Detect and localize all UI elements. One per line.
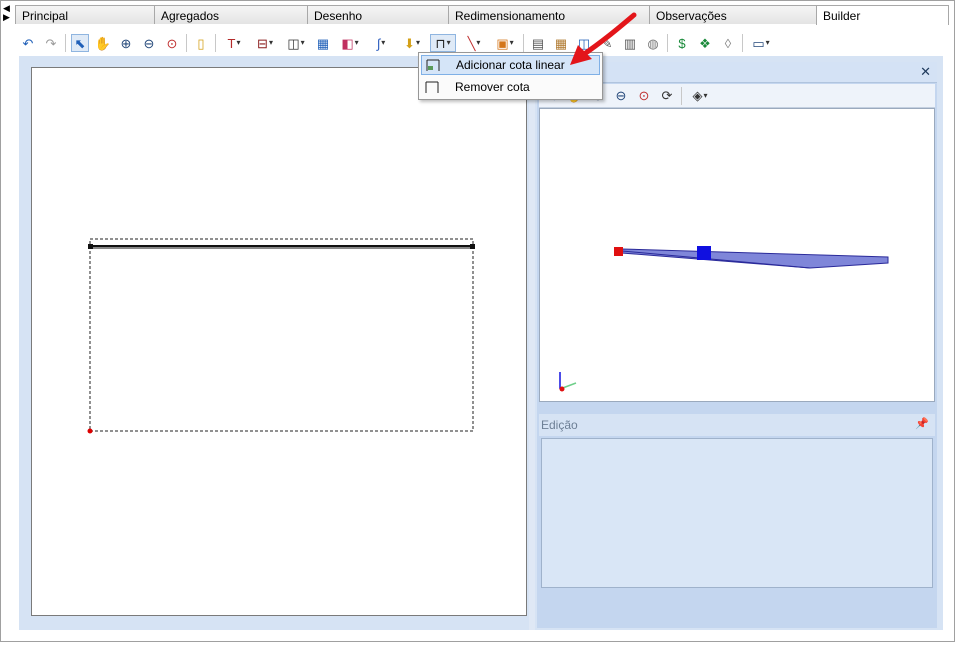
line-icon[interactable]: ╲ xyxy=(461,34,487,52)
node-right[interactable] xyxy=(470,244,475,249)
tab-observacoes[interactable]: Observações xyxy=(649,5,817,24)
right-panel: ✕ ⬉ ✋ ⊕ ⊖ ⊙ ⟳ ◈ xyxy=(537,62,937,628)
floor-plan-drawing xyxy=(87,238,475,434)
slab-3d xyxy=(621,248,889,269)
view3d-canvas[interactable] xyxy=(539,108,935,402)
axis-x xyxy=(559,386,565,392)
tab-agregados[interactable]: Agregados xyxy=(154,5,308,24)
remove-dimension-icon xyxy=(421,78,443,96)
column-icon[interactable]: T xyxy=(221,34,247,52)
cube-view-icon[interactable]: ◈ xyxy=(687,87,713,105)
fill-icon[interactable]: ⬇ xyxy=(399,34,425,52)
calc-icon[interactable]: ▤ xyxy=(529,34,547,52)
new-element-icon[interactable]: ▯ xyxy=(192,34,210,52)
toolbar-separator xyxy=(523,34,524,52)
undo-icon[interactable]: ↶ xyxy=(19,34,37,52)
pan-hand-icon[interactable]: ✋ xyxy=(94,34,112,52)
3d-model xyxy=(559,246,889,392)
money-bag-icon[interactable]: ◍ xyxy=(644,34,662,52)
zoom-out-icon[interactable]: ⊖ xyxy=(140,34,158,52)
stair-icon[interactable]: ▦ xyxy=(314,34,332,52)
tab-bar: Principal Agregados Desenho Redimensiona… xyxy=(15,5,949,25)
marker-red[interactable] xyxy=(614,247,623,256)
pin-icon[interactable]: 📌 xyxy=(915,417,929,430)
app-window: ◀ ▶ Principal Agregados Desenho Redimensi… xyxy=(0,0,955,642)
eraser-icon[interactable]: ◊ xyxy=(719,34,737,52)
annotation-arrow-icon xyxy=(570,12,637,65)
zoom-fit-icon[interactable]: ⊙ xyxy=(163,34,181,52)
slab-outline xyxy=(89,238,474,432)
dollar-icon[interactable]: $ xyxy=(673,34,691,52)
dimension-icon[interactable]: ⊓ xyxy=(430,34,456,52)
tab-scroll-arrows[interactable]: ◀ ▶ xyxy=(3,4,13,22)
edit-panel-header: Edição 📌 xyxy=(539,414,935,436)
toolbar-separator xyxy=(667,34,668,52)
tab-desenho[interactable]: Desenho xyxy=(307,5,449,24)
tab-builder[interactable]: Builder xyxy=(816,5,949,25)
beam-icon[interactable]: ⊟ xyxy=(252,34,278,52)
toolbar-separator xyxy=(681,86,682,105)
toolbar-separator xyxy=(65,34,66,52)
blocks-icon[interactable]: ❖ xyxy=(696,34,714,52)
zoom-out-3d-icon[interactable]: ⊖ xyxy=(612,87,630,105)
edit-panel-body xyxy=(541,438,933,588)
workspace: ✕ ⬉ ✋ ⊕ ⊖ ⊙ ⟳ ◈ xyxy=(19,56,943,630)
origin-point xyxy=(87,428,93,434)
zoom-extents-3d-icon[interactable]: ⊙ xyxy=(635,87,653,105)
node-left[interactable] xyxy=(88,244,93,249)
select-icon[interactable]: ⬉ xyxy=(71,34,89,52)
vertical-splitter[interactable] xyxy=(529,56,535,630)
toolbar-separator xyxy=(186,34,187,52)
linear-dimension-icon xyxy=(422,56,444,74)
orbit-icon[interactable]: ⟳ xyxy=(658,87,676,105)
tab-principal[interactable]: Principal xyxy=(15,5,155,24)
redo-icon[interactable]: ↷ xyxy=(42,34,60,52)
drawing-canvas-2d[interactable] xyxy=(31,67,527,616)
menu-item-remove-dimension[interactable]: Remover cota xyxy=(421,77,600,97)
edit-panel-title: Edição xyxy=(541,418,578,432)
toolbar-separator xyxy=(215,34,216,52)
close-icon[interactable]: ✕ xyxy=(920,64,931,80)
material-icon[interactable]: ◧ xyxy=(337,34,363,52)
window-icon[interactable]: ▭ xyxy=(748,34,774,52)
marker-blue[interactable] xyxy=(697,246,711,260)
wall-icon[interactable]: ◫ xyxy=(283,34,309,52)
layers-icon[interactable]: ▣ xyxy=(492,34,518,52)
toolbar-separator xyxy=(742,34,743,52)
zoom-in-icon[interactable]: ⊕ xyxy=(117,34,135,52)
curve-icon[interactable]: ∫ xyxy=(368,34,394,52)
